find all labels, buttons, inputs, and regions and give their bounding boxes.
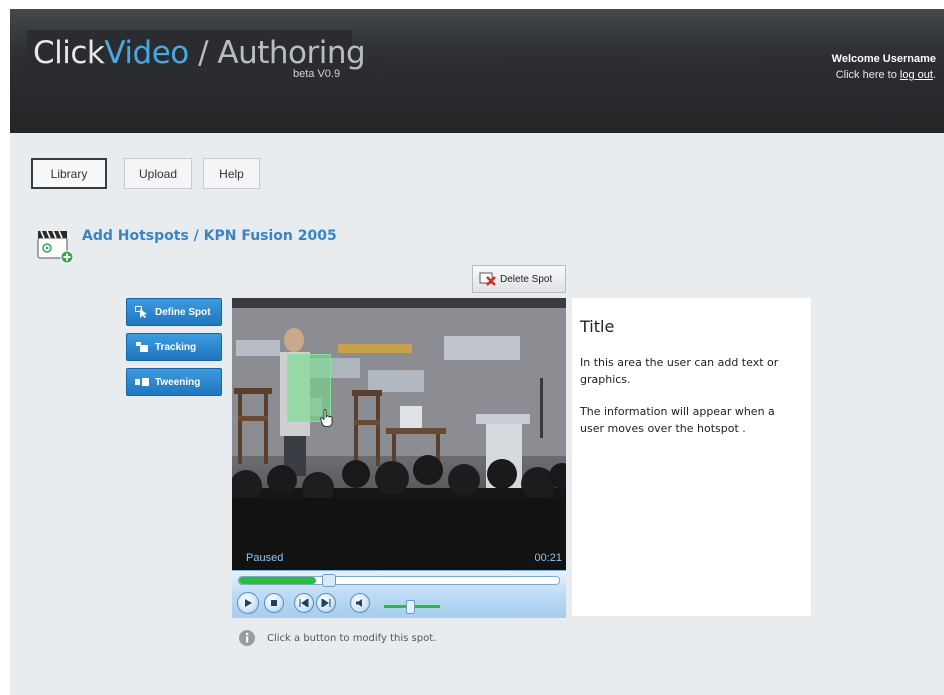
nav-upload-button[interactable]: Upload xyxy=(124,158,192,189)
nav-help-button[interactable]: Help xyxy=(203,158,260,189)
info-body: In this area the user can add text or gr… xyxy=(580,354,802,452)
player-time: 00:21 xyxy=(534,552,562,564)
brand-title: ClickVideo / Authoring xyxy=(33,35,366,71)
info-title: Title xyxy=(580,317,615,336)
pointer-icon xyxy=(135,306,147,318)
mute-button[interactable] xyxy=(350,593,370,613)
tracking-label: Tracking xyxy=(155,341,197,353)
define-spot-label: Define Spot xyxy=(155,306,211,318)
volume-handle[interactable] xyxy=(406,600,416,614)
info-paragraph: The information will appear when a user … xyxy=(580,405,775,435)
player-controls xyxy=(232,570,566,618)
hint-text: Click a button to modify this spot. xyxy=(267,632,437,644)
welcome-username: Welcome Username xyxy=(831,53,936,65)
previous-icon xyxy=(299,599,309,607)
previous-button[interactable] xyxy=(294,593,314,613)
hint-row: Click a button to modify this spot. xyxy=(238,629,436,647)
brand-click: Click xyxy=(33,35,105,71)
stop-button[interactable] xyxy=(264,593,284,613)
logout-line: Click here to log out. xyxy=(832,69,936,81)
delete-spot-label: Delete Spot xyxy=(500,273,553,285)
play-button[interactable] xyxy=(237,592,259,614)
tweening-icon xyxy=(135,378,149,386)
seek-progress xyxy=(239,577,316,584)
delete-spot-button[interactable]: Delete Spot xyxy=(472,265,566,293)
nav-library-button[interactable]: Library xyxy=(31,158,107,189)
tweening-button[interactable]: Tweening xyxy=(126,368,222,396)
stop-icon xyxy=(271,600,277,606)
tracking-button[interactable]: Tracking xyxy=(126,333,222,361)
tweening-label: Tweening xyxy=(155,376,201,388)
define-spot-button[interactable]: Define Spot xyxy=(126,298,222,326)
play-icon xyxy=(245,599,252,607)
page-title: Add Hotspots / KPN Fusion 2005 xyxy=(82,228,337,244)
next-icon xyxy=(321,599,331,607)
welcome-panel: Welcome Username Click here to log out. xyxy=(832,53,936,81)
logout-link[interactable]: log out xyxy=(900,69,933,81)
brand-separator: / xyxy=(188,35,218,71)
hand-cursor-icon xyxy=(320,409,333,427)
tracking-icon xyxy=(136,342,148,352)
player-status: Paused xyxy=(246,552,284,564)
mute-icon xyxy=(356,599,362,607)
seek-bar[interactable] xyxy=(238,574,560,587)
logout-suffix: . xyxy=(932,69,936,81)
version-label: beta V0.9 xyxy=(293,68,341,80)
app-window: ClickVideo / Authoring beta V0.9 Welcome… xyxy=(10,9,944,695)
info-icon xyxy=(239,630,255,646)
logout-prefix: Click here to xyxy=(835,69,900,81)
seek-handle[interactable] xyxy=(321,574,336,587)
next-button[interactable] xyxy=(316,593,336,613)
brand-authoring: Authoring xyxy=(217,35,366,71)
delete-x-icon xyxy=(479,272,496,286)
info-paragraph: In this area the user can add text or gr… xyxy=(580,356,779,386)
brand-video: Video xyxy=(104,35,189,71)
video-frame[interactable]: Paused 00:21 xyxy=(232,298,566,570)
video-scene xyxy=(232,298,566,570)
clapperboard-add-icon xyxy=(37,230,74,264)
header-bar: ClickVideo / Authoring beta V0.9 Welcome… xyxy=(10,9,944,133)
info-panel: Title In this area the user can add text… xyxy=(572,298,811,616)
